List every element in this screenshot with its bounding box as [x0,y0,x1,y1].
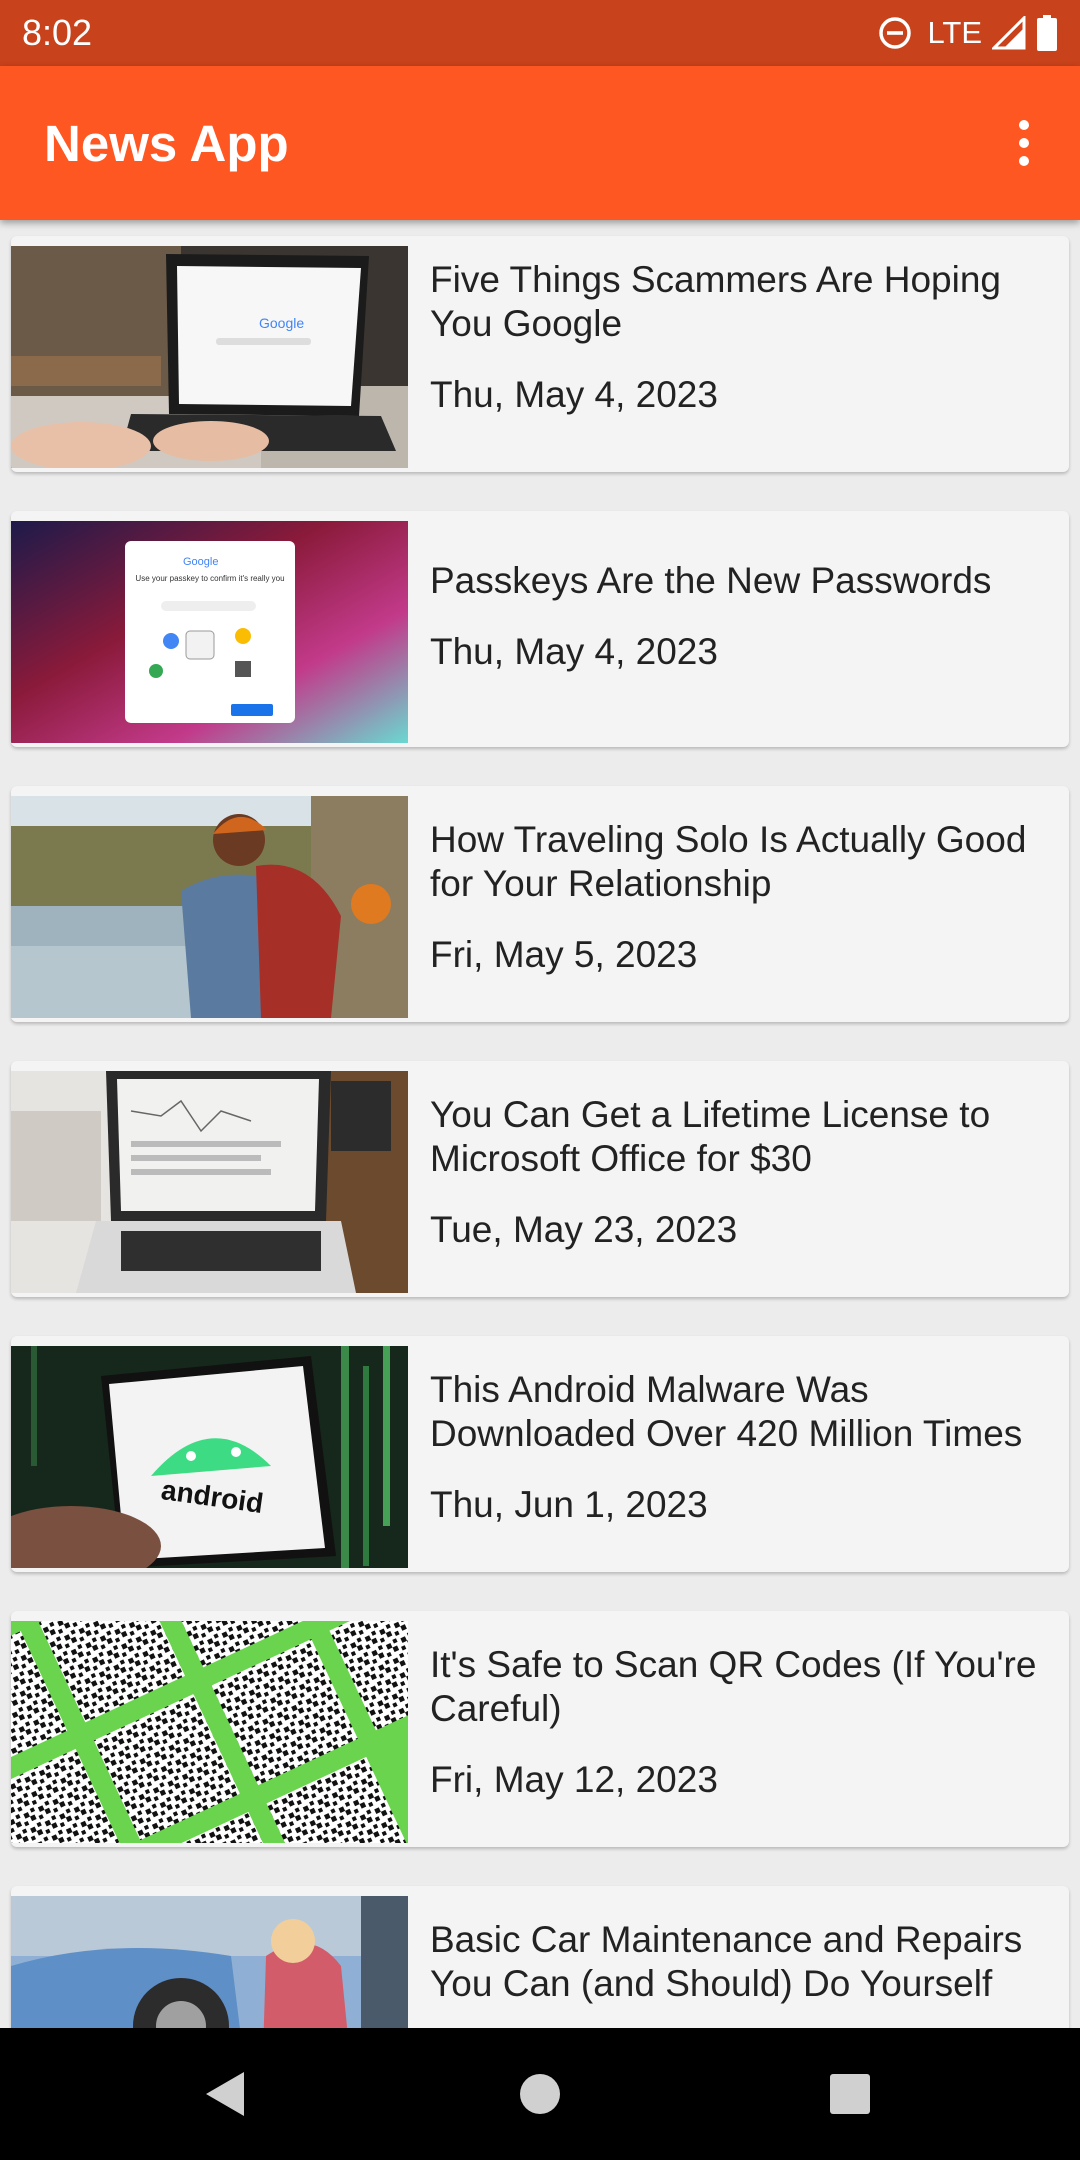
article-title: It's Safe to Scan QR Codes (If You're Ca… [430,1644,1037,1729]
app-title: News App [44,115,289,172]
article-card[interactable]: android This Android Malware Was Downloa… [11,1336,1069,1572]
article-card[interactable]: You Can Get a Lifetime License to Micros… [11,1061,1069,1297]
svg-text:Use your passkey to confirm it: Use your passkey to confirm it's really … [135,574,284,583]
network-type-label: LTE [927,15,982,50]
article-date: Thu, May 4, 2023 [430,374,718,415]
back-icon[interactable] [196,2064,256,2124]
svg-text:Google: Google [259,315,304,331]
article-title: Basic Car Maintenance and Repairs You Ca… [430,1919,1023,2004]
home-icon[interactable] [510,2064,570,2124]
status-icons: LTE [877,13,1058,53]
article-thumbnail: Google Use your passkey to confirm it's … [11,521,408,743]
article-list[interactable]: Google Five Things Scammers Are Hoping Y… [0,220,1080,2028]
article-date: Fri, May 12, 2023 [430,1759,718,1800]
navigation-bar [0,2028,1080,2160]
article-thumbnail: android [11,1346,408,1568]
article-card[interactable]: Google Five Things Scammers Are Hoping Y… [11,236,1069,472]
article-card[interactable]: Google Use your passkey to confirm it's … [11,511,1069,747]
status-time: 8:02 [22,12,93,53]
article-card[interactable]: It's Safe to Scan QR Codes (If You're Ca… [11,1611,1069,1847]
article-date: Fri, May 5, 2023 [430,934,698,975]
article-card[interactable]: How Traveling Solo Is Actually Good for … [11,786,1069,1022]
more-vert-icon[interactable] [1012,118,1036,168]
battery-icon [1037,15,1057,51]
article-date: Tue, May 23, 2023 [430,1209,738,1250]
article-thumbnail: Google [11,246,408,468]
do-not-disturb-icon [879,17,912,49]
article-thumbnail [11,796,408,1018]
article-thumbnail [11,1621,408,1843]
article-title: This Android Malware Was Downloaded Over… [430,1369,1023,1454]
article-title: You Can Get a Lifetime License to Micros… [430,1094,991,1179]
article-thumbnail [11,1071,408,1293]
article-date: Thu, May 4, 2023 [430,631,718,672]
status-bar: 8:02 LTE [0,0,1080,66]
article-title: How Traveling Solo Is Actually Good for … [430,819,1027,904]
recents-icon[interactable] [820,2064,880,2124]
article-card[interactable]: Basic Car Maintenance and Repairs You Ca… [11,1886,1069,2028]
signal-icon [992,16,1026,50]
article-title: Five Things Scammers Are Hoping You Goog… [430,259,1001,344]
svg-text:Google: Google [183,556,218,568]
app-bar: News App [0,66,1080,220]
article-thumbnail [11,1896,408,2028]
article-date: Thu, Jun 1, 2023 [430,1484,708,1525]
article-title: Passkeys Are the New Passwords [430,560,992,601]
